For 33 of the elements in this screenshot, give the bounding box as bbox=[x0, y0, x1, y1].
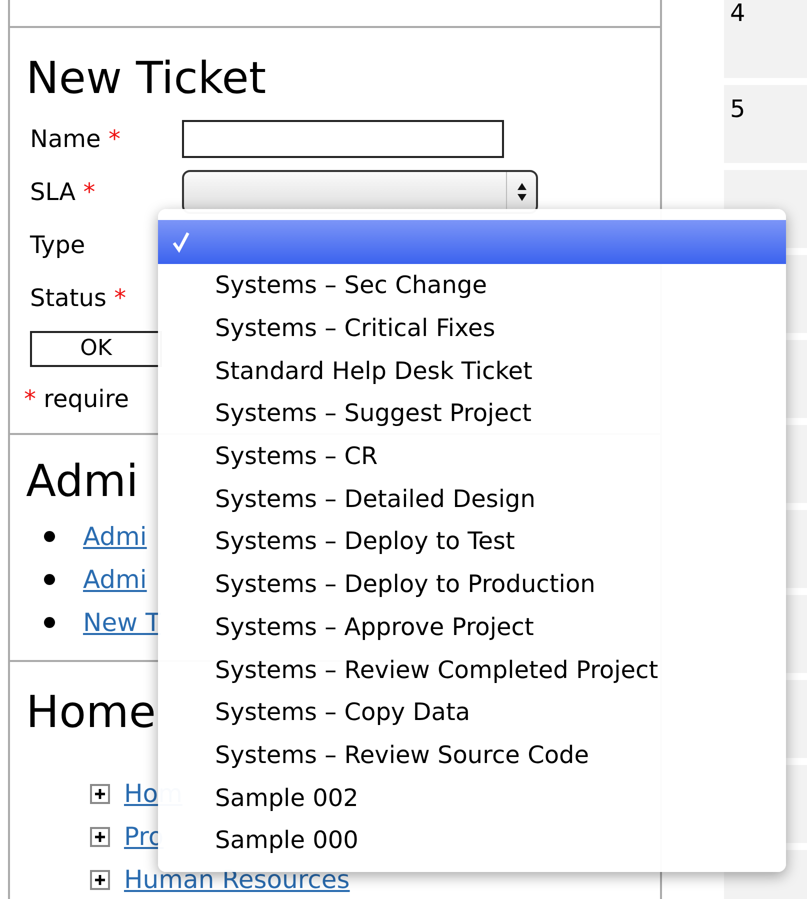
menu-option[interactable]: Systems – Deploy to Test bbox=[158, 520, 786, 563]
menu-option[interactable]: Systems – Deploy to Production bbox=[158, 562, 786, 606]
menu-option[interactable]: Systems – Review Source Code bbox=[158, 734, 786, 776]
table-cell: 4 bbox=[724, 0, 807, 78]
expand-icon[interactable] bbox=[90, 784, 110, 804]
table-cell: 5 bbox=[724, 85, 807, 163]
menu-option[interactable]: Systems – Copy Data bbox=[158, 690, 786, 734]
admin-link[interactable]: Admi bbox=[83, 518, 147, 556]
name-field[interactable] bbox=[182, 120, 504, 158]
expand-icon[interactable] bbox=[90, 826, 110, 846]
menu-option[interactable]: Systems – Suggest Project bbox=[158, 392, 786, 435]
checkmark-icon bbox=[172, 231, 190, 253]
menu-option[interactable]: Systems – Review Completed Project bbox=[158, 648, 786, 691]
field-label: Name * bbox=[29, 124, 120, 152]
up-down-arrows-icon bbox=[516, 182, 526, 202]
menu-option[interactable]: Sample 000 bbox=[158, 818, 786, 862]
expand-icon[interactable] bbox=[90, 870, 110, 890]
bullet-icon bbox=[44, 617, 55, 628]
admin-link[interactable]: New T bbox=[83, 604, 161, 642]
field-label: Type bbox=[29, 230, 86, 258]
field-label: Status * bbox=[29, 284, 126, 312]
bullet-icon bbox=[44, 574, 55, 585]
menu-option[interactable]: Systems – CR bbox=[158, 434, 786, 478]
required-note: * require bbox=[24, 384, 129, 415]
admin-link[interactable]: Admi bbox=[83, 560, 147, 598]
bullet-icon bbox=[44, 531, 55, 542]
section-title: Admi bbox=[26, 457, 138, 507]
menu-option[interactable]: Systems – Sec Change bbox=[158, 264, 786, 307]
form-title: New Ticket bbox=[26, 54, 266, 104]
menu-option[interactable]: Systems – Detailed Design bbox=[158, 477, 786, 520]
menu-option[interactable]: Systems – Approve Project bbox=[158, 606, 786, 648]
section-title: Home bbox=[26, 688, 156, 738]
field-label: SLA * bbox=[29, 178, 96, 206]
